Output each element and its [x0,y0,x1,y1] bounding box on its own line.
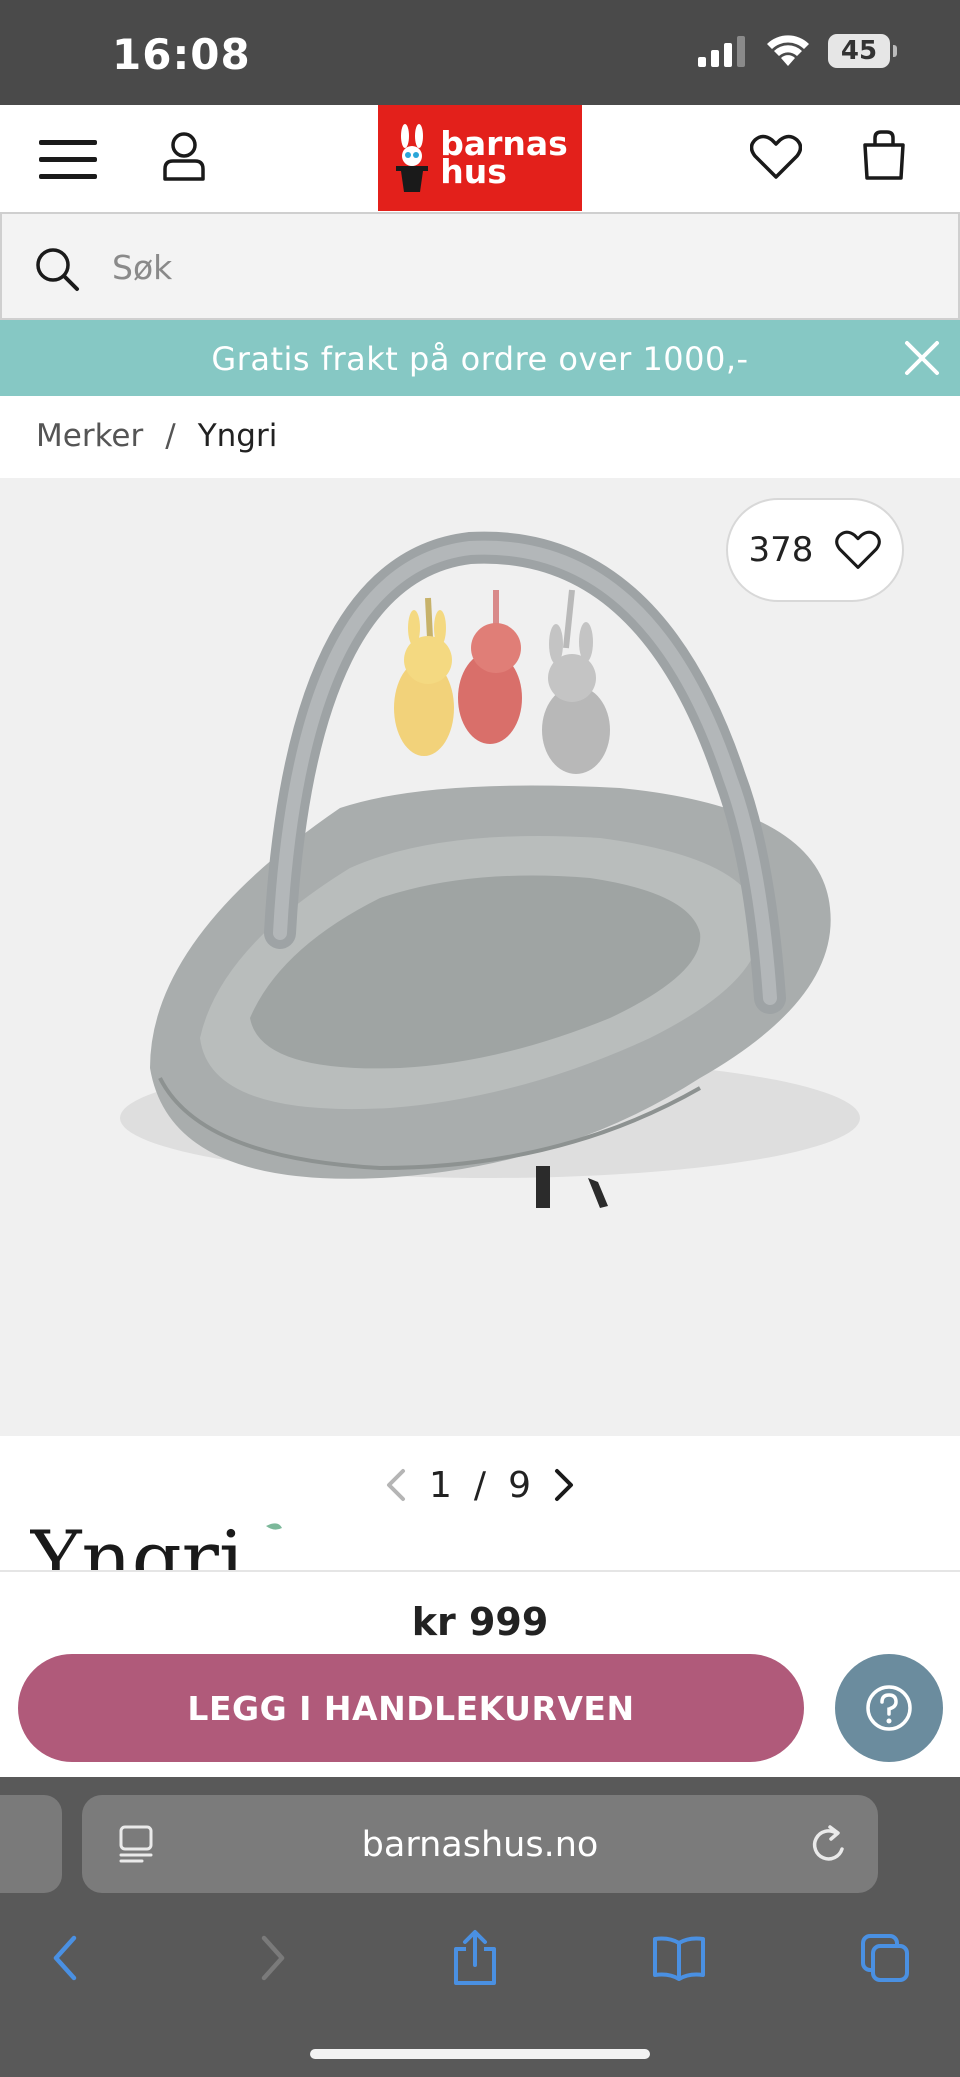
cart-button[interactable] [856,125,912,185]
bookmarks-button[interactable] [644,1925,714,1991]
site-logo[interactable]: barnas hus [378,105,582,211]
heart-icon [750,134,802,179]
pager-separator: / [473,1464,487,1506]
status-icons: 45 [698,34,897,68]
close-icon[interactable] [904,340,940,376]
add-to-cart-button[interactable]: LEGG I HANDLEKURVEN [18,1654,804,1762]
share-button[interactable] [440,1925,510,1991]
brand-logo-wordmark: Yngri [30,1518,282,1570]
previous-tab-preview[interactable] [0,1795,62,1893]
battery-icon: 45 [828,34,897,68]
promo-text: Gratis frakt på ordre over 1000,- [211,340,749,378]
menu-button[interactable] [38,135,98,183]
breadcrumb: Merker / Yngri [36,418,277,454]
search-icon [36,248,79,291]
battery-level: 45 [840,36,878,66]
account-button[interactable] [158,127,210,187]
logo-wordmark: barnas hus [440,127,568,188]
user-icon [163,132,205,181]
forward-button[interactable] [238,1925,308,1991]
search-input[interactable]: Søk [112,248,172,287]
reload-icon[interactable] [810,1823,850,1865]
question-icon [866,1685,912,1731]
forward-icon [261,1935,285,1981]
back-button[interactable] [30,1925,100,1991]
site-header: barnas hus [0,105,960,212]
breadcrumb-separator: / [165,418,176,454]
wifi-icon [767,35,809,66]
bookmarks-icon [653,1936,705,1981]
tabs-icon [861,1934,909,1982]
product-price: kr 999 [411,1600,549,1644]
share-icon [454,1930,496,1985]
url-text: barnashus.no [361,1825,599,1865]
image-pager: 1 / 9 [0,1460,960,1510]
heart-icon [835,530,882,569]
brand-logo[interactable]: Yngri [30,1518,290,1570]
image-total: 9 [508,1464,531,1506]
purchase-panel: kr 999 LEGG I HANDLEKURVEN [0,1570,960,1777]
address-bar[interactable]: barnashus.no [82,1795,878,1893]
shopping-bag-icon [863,130,905,180]
image-index: 1 [429,1464,452,1506]
wishlist-button[interactable] [748,129,804,185]
help-button[interactable] [835,1654,943,1762]
bunny-hat-logo-icon [396,124,429,192]
home-indicator [310,2049,650,2059]
promo-banner: Gratis frakt på ordre over 1000,- [0,320,960,396]
menu-icon [39,140,97,179]
product-image[interactable]: 378 [0,478,960,1436]
status-bar: 16:08 45 [0,0,960,105]
back-icon [53,1935,77,1981]
like-count: 378 [748,530,814,570]
browser-chrome: barnashus.no [0,1777,960,2077]
like-button[interactable]: 378 [726,498,904,602]
search-bar[interactable]: Søk [0,212,960,320]
status-time: 16:08 [112,30,251,79]
chevron-left-icon[interactable] [383,1467,407,1503]
brand-name: Yngri [30,1518,244,1570]
chevron-right-icon[interactable] [553,1467,577,1503]
baby-nest-illustration [120,531,860,1208]
cellular-signal-icon [698,36,745,67]
tabs-button[interactable] [850,1925,920,1991]
breadcrumb-item-merker[interactable]: Merker [36,418,143,454]
breadcrumb-item-yngri: Yngri [197,418,278,454]
